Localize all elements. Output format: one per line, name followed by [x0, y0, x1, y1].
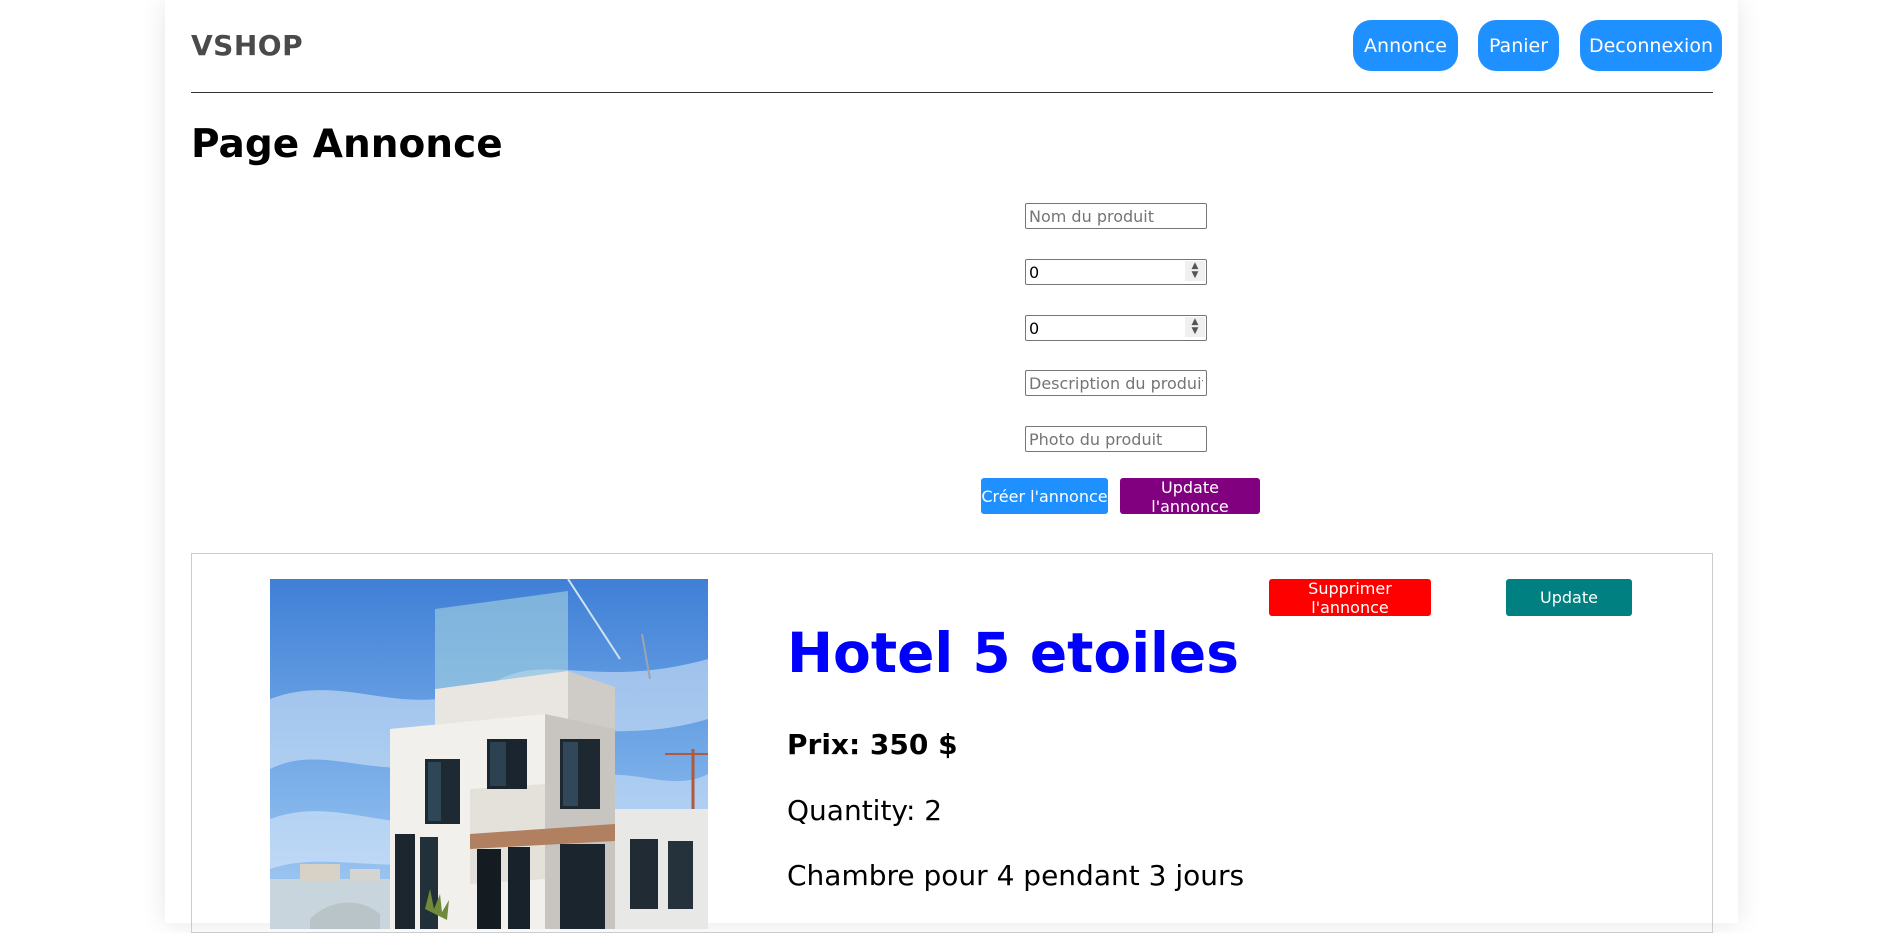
page-container: VSHOP Annonce Panier Deconnexion Page An…: [165, 0, 1738, 933]
price-field-wrap: ▲▼: [1025, 259, 1207, 285]
price-input[interactable]: [1025, 259, 1207, 285]
nav-deconnexion-button[interactable]: Deconnexion: [1580, 20, 1722, 71]
spinner-arrows-icon[interactable]: ▲ ▼: [1185, 317, 1205, 337]
product-quantity: Quantity: 2: [787, 794, 943, 827]
delete-annonce-button[interactable]: Supprimer l'annonce: [1269, 579, 1431, 617]
create-annonce-button[interactable]: Créer l'annonce: [981, 478, 1108, 514]
logo: VSHOP: [191, 29, 304, 62]
listing-card: Hotel 5 etoiles Prix: 350 $ Quantity: 2 …: [191, 553, 1713, 933]
quantity-field-wrap: ▲▼: [1025, 315, 1207, 341]
nav-annonce-button[interactable]: Annonce: [1353, 20, 1458, 71]
update-card-button[interactable]: Update: [1506, 579, 1632, 616]
update-annonce-button[interactable]: Update l'annonce: [1120, 478, 1260, 516]
page-title: Page Annonce: [191, 122, 503, 167]
nav-panier-button[interactable]: Panier: [1478, 20, 1559, 71]
product-name-input[interactable]: [1025, 203, 1207, 229]
product-name: Hotel 5 etoiles: [787, 621, 1239, 685]
spinner-arrows-icon[interactable]: ▲ ▼: [1185, 261, 1205, 281]
product-description: Chambre pour 4 pendant 3 jours: [787, 859, 1245, 892]
header: VSHOP Annonce Panier Deconnexion: [191, 0, 1722, 93]
product-price: Prix: 350 $: [787, 728, 958, 761]
description-input[interactable]: [1025, 370, 1207, 396]
photo-input[interactable]: [1025, 426, 1207, 452]
quantity-input[interactable]: [1025, 315, 1207, 341]
product-photo: [270, 579, 708, 929]
